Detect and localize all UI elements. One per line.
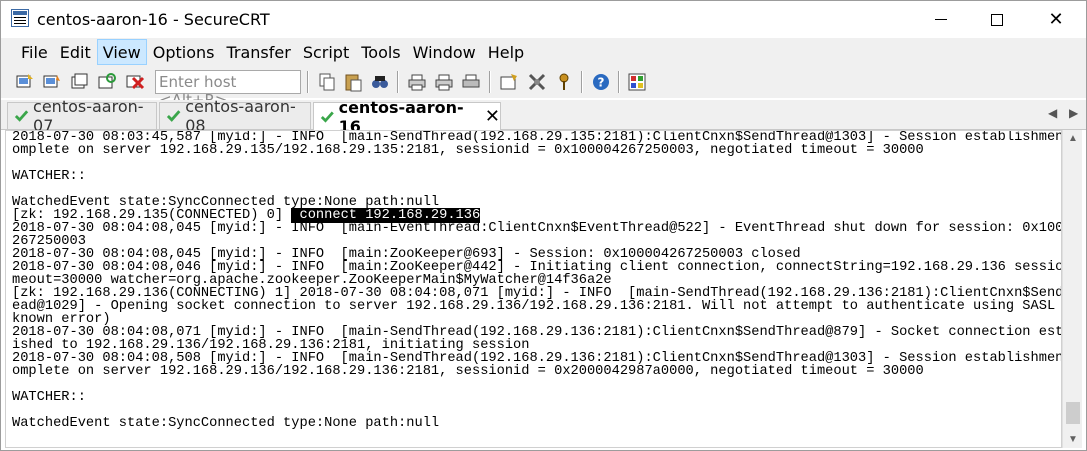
terminal-line-text: omplete on server 192.168.29.136/192.168… xyxy=(12,364,924,379)
terminal-line: WATCHER:: xyxy=(12,390,1061,405)
terminal-line: WatchedEvent state:SyncConnected type:No… xyxy=(12,416,1061,431)
find-icon[interactable] xyxy=(370,72,390,92)
menu-file[interactable]: File xyxy=(15,39,54,65)
check-icon xyxy=(166,110,181,122)
key-icon[interactable] xyxy=(554,72,574,92)
toolbar-separator xyxy=(618,71,620,93)
minimize-icon xyxy=(935,19,947,20)
maximize-icon xyxy=(991,13,1003,26)
toolbar-separator xyxy=(307,71,309,93)
window-title: centos-aaron-16 - SecureCRT xyxy=(37,10,270,29)
menu-options[interactable]: Options xyxy=(147,39,221,65)
securecrt-window: centos-aaron-16 - SecureCRT ✕ File Edit … xyxy=(0,0,1087,451)
terminal-line: omplete on server 192.168.29.135/192.168… xyxy=(12,143,1061,158)
check-icon xyxy=(320,111,334,123)
print-icon[interactable] xyxy=(407,72,427,92)
copy-icon[interactable] xyxy=(317,72,337,92)
connect-in-tab-icon[interactable] xyxy=(69,72,89,92)
print-setup-icon[interactable] xyxy=(461,72,481,92)
minimize-button[interactable] xyxy=(915,1,967,38)
vertical-scrollbar[interactable]: ▲ ▼ xyxy=(1062,130,1082,448)
title-bar: centos-aaron-16 - SecureCRT ✕ xyxy=(1,1,1086,38)
toolbar: Enter host <Alt+R> xyxy=(1,66,1086,109)
terminal-line: WATCHER:: xyxy=(12,169,1061,184)
terminal-line-text: WatchedEvent state:SyncConnected type:No… xyxy=(12,416,440,431)
menu-window[interactable]: Window xyxy=(407,39,482,65)
terminal-line-text: omplete on server 192.168.29.135/192.168… xyxy=(12,143,924,158)
check-icon xyxy=(14,110,29,122)
toolbar-separator xyxy=(489,71,491,93)
menu-help[interactable]: Help xyxy=(482,39,530,65)
terminal-line-text: WATCHER:: xyxy=(12,390,86,405)
tab-close-icon[interactable]: ✕ xyxy=(485,106,500,127)
global-options-icon[interactable] xyxy=(527,72,547,92)
help-icon[interactable]: ? xyxy=(591,72,611,92)
securecrt-icon xyxy=(11,9,29,27)
terminal-text: 2018-07-30 08:03:45,587 [myid:] - INFO [… xyxy=(12,131,1062,431)
scrollbar-thumb[interactable] xyxy=(1066,402,1080,424)
quick-connect-icon[interactable] xyxy=(42,72,62,92)
session-tab-bar: centos-aaron-07 centos-aaron-08 centos-a… xyxy=(1,97,1086,136)
toolbar-separator xyxy=(581,71,583,93)
tab-centos-aaron-16[interactable]: centos-aaron-16 ✕ xyxy=(313,98,501,136)
scroll-up-icon[interactable]: ▲ xyxy=(1063,130,1083,147)
tab-scroll-left-icon[interactable]: ◀ xyxy=(1048,106,1057,120)
menu-script[interactable]: Script xyxy=(297,39,355,65)
tab-scroll-right-icon[interactable]: ▶ xyxy=(1069,106,1078,120)
tab-centos-aaron-07[interactable]: centos-aaron-07 xyxy=(7,97,157,135)
print-selection-icon[interactable] xyxy=(434,72,454,92)
keymap-icon[interactable] xyxy=(627,72,647,92)
tab-centos-aaron-08[interactable]: centos-aaron-08 xyxy=(159,97,311,135)
close-icon: ✕ xyxy=(1048,9,1064,30)
menu-transfer[interactable]: Transfer xyxy=(220,39,296,65)
terminal-line: omplete on server 192.168.29.136/192.168… xyxy=(12,364,1061,379)
terminal-line-text: WATCHER:: xyxy=(12,169,86,184)
close-button[interactable]: ✕ xyxy=(1030,1,1082,38)
terminal-output[interactable]: 2018-07-30 08:03:45,587 [myid:] - INFO [… xyxy=(5,130,1062,448)
terminal-line: ead@1029] - Opening socket connection to… xyxy=(12,299,1062,314)
menu-tools[interactable]: Tools xyxy=(355,39,406,65)
scroll-down-icon[interactable]: ▼ xyxy=(1063,431,1083,448)
menu-bar: File Edit View Options Transfer Script T… xyxy=(1,38,1086,66)
enter-host-input[interactable]: Enter host <Alt+R> xyxy=(155,70,301,109)
terminal-line: 2018-07-30 08:04:08,045 [myid:] - INFO [… xyxy=(12,221,1062,236)
svg-text:?: ? xyxy=(598,76,605,90)
toolbar-separator xyxy=(397,71,399,93)
menu-edit[interactable]: Edit xyxy=(54,39,97,65)
terminal-line-text: 2018-07-30 08:04:08,045 [myid:] - INFO [… xyxy=(12,221,1062,236)
maximize-button[interactable] xyxy=(971,1,1023,38)
terminal-line-text: ead@1029] - Opening socket connection to… xyxy=(12,299,1062,314)
session-options-icon[interactable] xyxy=(499,72,519,92)
menu-view[interactable]: View xyxy=(96,39,147,65)
reconnect-icon[interactable] xyxy=(97,72,117,92)
connect-icon[interactable] xyxy=(15,72,35,92)
disconnect-icon[interactable] xyxy=(125,72,145,92)
paste-icon[interactable] xyxy=(343,72,363,92)
